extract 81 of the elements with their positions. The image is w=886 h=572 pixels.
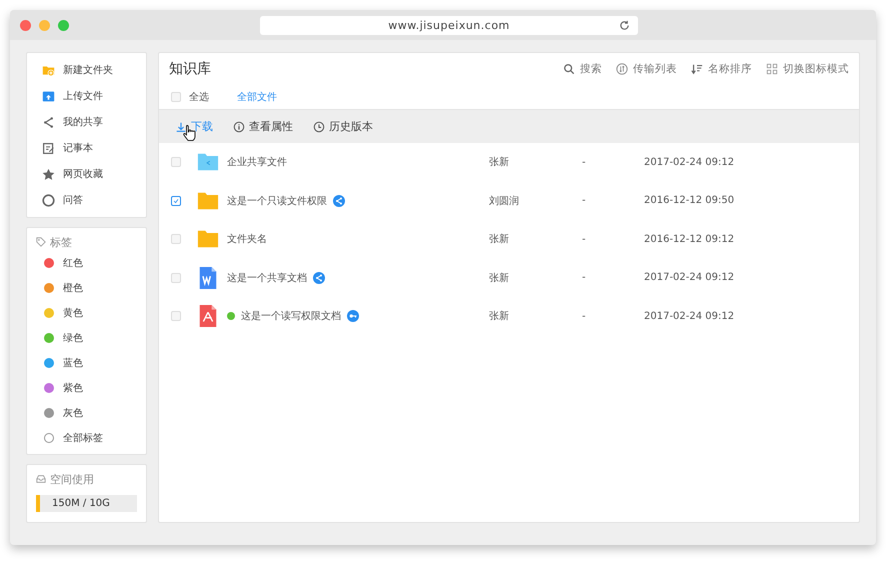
tag-item[interactable]: 红色: [27, 250, 146, 275]
toolbar-button[interactable]: 传输列表: [616, 62, 677, 76]
tag-item[interactable]: 紫色: [27, 375, 146, 400]
key-badge-icon: [347, 310, 359, 322]
file-row[interactable]: 这是一个读写权限文档 张新 - 2017-02-24 09:12: [159, 297, 859, 336]
select-all-label: 全选: [189, 90, 209, 104]
reload-icon[interactable]: [619, 20, 630, 31]
search-icon: [563, 63, 575, 75]
modified-cell: 2016-12-12 09:12: [644, 234, 734, 245]
upload-icon: [42, 90, 55, 102]
close-button[interactable]: [20, 20, 31, 30]
sidebar-item[interactable]: 新建文件夹: [27, 57, 146, 83]
modified-cell: 2017-02-24 09:12: [644, 310, 734, 322]
owner-cell-text: 张新: [489, 156, 510, 170]
share-icon: [42, 116, 55, 128]
sidebar-item[interactable]: 我的共享: [27, 109, 146, 135]
select-all-checkbox[interactable]: [171, 92, 181, 102]
tag-ring-icon: [44, 432, 54, 442]
file-row[interactable]: 这是一个共享文档 张新 - 2017-02-24 09:12: [159, 258, 859, 297]
toolbar-button[interactable]: 切换图标模式: [766, 62, 849, 76]
file-row[interactable]: 文件夹名 张新 - 2016-12-12 09:12: [159, 220, 859, 258]
owner-cell-text: 张新: [489, 272, 510, 285]
toolbar-button[interactable]: 名称排序: [691, 62, 752, 76]
tag-item[interactable]: 全部标签: [27, 425, 146, 450]
transfer-icon: [616, 63, 628, 75]
modified-cell: 2017-02-24 09:12: [644, 272, 734, 284]
chat-icon: [42, 194, 55, 206]
modified-cell: 2017-02-24 09:12: [644, 156, 734, 168]
owner-cell-text: 刘圆润: [489, 194, 520, 208]
check-icon: [172, 196, 180, 205]
size-cell-text: -: [582, 156, 587, 168]
file-row[interactable]: 企业共享文件 张新 - 2017-02-24 09:12: [159, 143, 859, 182]
address-bar[interactable]: www.jisupeixun.com: [260, 16, 638, 35]
share-badge-icon: [313, 272, 325, 284]
sidebar-item[interactable]: 上传文件: [27, 83, 146, 109]
owner-cell-text: 张新: [489, 232, 510, 246]
folder-icon: [197, 228, 219, 250]
notepad-icon: [42, 142, 55, 154]
tag-item[interactable]: 蓝色: [27, 350, 146, 375]
sidebar-item[interactable]: 记事本: [27, 135, 146, 161]
file-name: 这是一个只读文件权限: [227, 194, 327, 208]
star-icon: [42, 168, 55, 180]
storage-reading: 150M / 10G: [51, 498, 110, 509]
size-cell-text: -: [582, 195, 587, 206]
inbox-icon: [36, 474, 46, 484]
size-cell-text: -: [582, 310, 587, 322]
storage-title: 空间使用: [50, 472, 94, 486]
page-title: 知识库: [169, 60, 212, 78]
shared-folder-icon: [197, 151, 219, 174]
tag-item[interactable]: 灰色: [27, 400, 146, 425]
sidebar-item[interactable]: 问答: [27, 187, 146, 213]
file-name: 企业共享文件: [227, 156, 287, 170]
file-row[interactable]: 这是一个只读文件权限 刘圆润 - 2016-12-12 09:50: [159, 182, 859, 220]
owner-cell-text: 张新: [489, 310, 510, 324]
file-name: 这是一个共享文档: [227, 272, 307, 285]
download-icon: [175, 120, 187, 132]
size-cell-text: -: [582, 272, 587, 284]
minimize-button[interactable]: [39, 20, 50, 30]
sort-icon: [691, 63, 703, 75]
maximize-button[interactable]: [58, 20, 69, 30]
tags-title: 标签: [50, 234, 72, 250]
share-badge-icon: [333, 194, 345, 207]
tag-item[interactable]: 橙色: [27, 275, 146, 300]
new-folder-icon: [42, 64, 55, 76]
toolbar-button[interactable]: 搜索: [563, 62, 602, 76]
action-button[interactable]: 历史版本: [313, 119, 373, 134]
info-icon: [233, 120, 245, 132]
file-name: 文件夹名: [227, 232, 267, 246]
clock-icon: [313, 120, 325, 132]
tag-item[interactable]: 黄色: [27, 300, 146, 325]
grid-icon: [766, 63, 778, 75]
action-button[interactable]: 查看属性: [233, 119, 293, 134]
modified-cell: 2016-12-12 09:50: [644, 195, 734, 206]
sidebar-item[interactable]: 网页收藏: [27, 161, 146, 187]
tag-icon: [36, 237, 46, 247]
tag-item[interactable]: 绿色: [27, 325, 146, 350]
word-document-icon: [197, 266, 219, 289]
row-checkbox[interactable]: [171, 196, 181, 206]
size-cell-text: -: [582, 234, 587, 245]
file-name: 这是一个读写权限文档: [241, 310, 341, 324]
pdf-document-icon: [197, 305, 219, 328]
